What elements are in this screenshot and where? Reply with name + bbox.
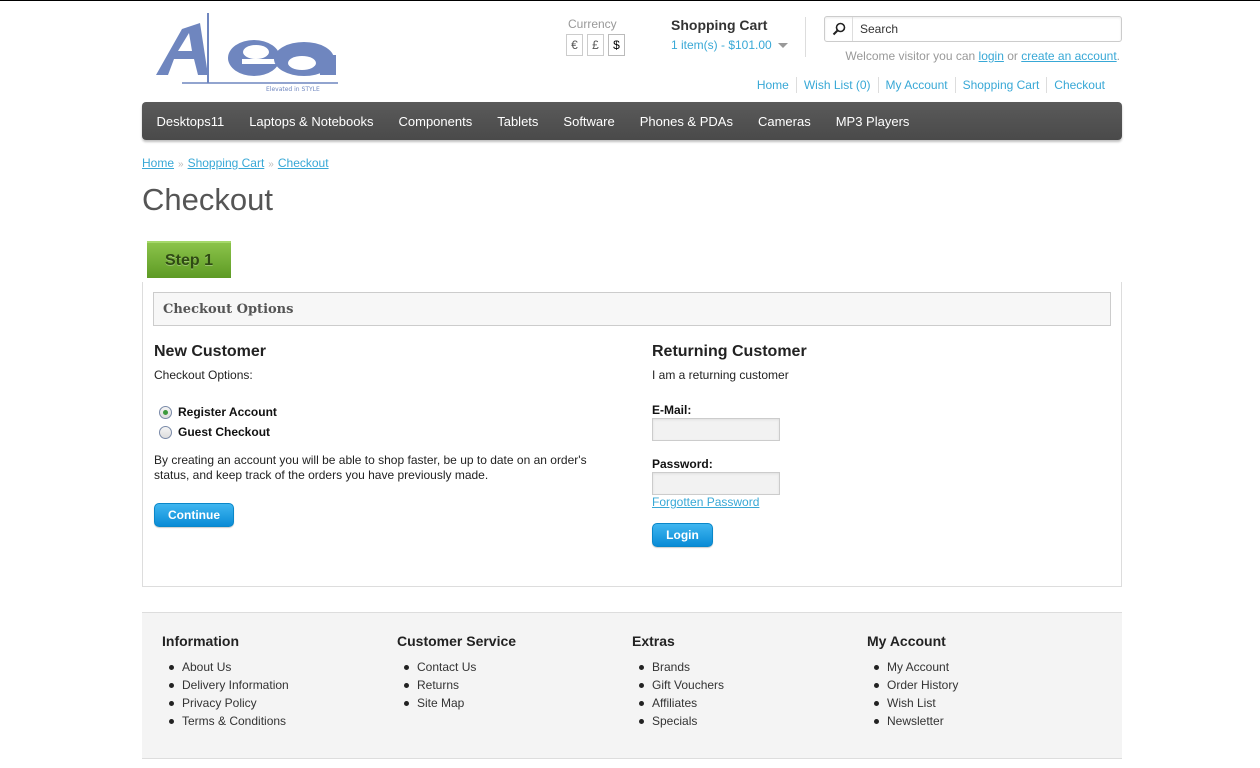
footer-link-wish-list[interactable]: Wish List (867, 694, 1087, 712)
search-box: Search (824, 16, 1122, 42)
footer-link-about-us[interactable]: About Us (162, 658, 382, 676)
footer-link-returns[interactable]: Returns (397, 676, 617, 694)
guest-checkout-label: Guest Checkout (178, 425, 271, 439)
menu-item-cameras[interactable]: Cameras (745, 114, 823, 129)
login-button[interactable]: Login (652, 523, 713, 547)
breadcrumb-separator: » (178, 159, 184, 170)
search-input[interactable]: Search (853, 22, 898, 36)
menu-item-components[interactable]: Components (386, 114, 485, 129)
menu-item-desktops[interactable]: Desktops11 (144, 114, 237, 129)
step-1-tab[interactable]: Step 1 (147, 241, 231, 278)
footer-link-specials[interactable]: Specials (632, 712, 852, 730)
menu-item-phones[interactable]: Phones & PDAs (627, 114, 745, 129)
footer-link-brands[interactable]: Brands (632, 658, 852, 676)
footer-link-order-history[interactable]: Order History (867, 676, 1087, 694)
password-label: Password: (652, 457, 713, 471)
welcome-prefix: Welcome visitor you can (845, 49, 979, 63)
search-button[interactable] (825, 17, 853, 41)
footer-link-privacy[interactable]: Privacy Policy (162, 694, 382, 712)
footer-link-newsletter[interactable]: Newsletter (867, 712, 1087, 730)
breadcrumb-checkout[interactable]: Checkout (278, 156, 329, 170)
create-account-link[interactable]: create an account (1021, 49, 1116, 63)
menu-item-mp3-players[interactable]: MP3 Players (823, 114, 922, 129)
footer-link-delivery[interactable]: Delivery Information (162, 676, 382, 694)
menu-item-tablets[interactable]: Tablets (485, 114, 551, 129)
email-field[interactable] (652, 418, 780, 441)
new-customer-section: New Customer Checkout Options: Register … (154, 343, 614, 527)
returning-customer-subtitle: I am a returning customer (652, 368, 789, 382)
forgotten-password-link[interactable]: Forgotten Password (652, 495, 759, 509)
register-account-option[interactable]: Register Account (159, 405, 614, 419)
welcome-suffix: . (1116, 49, 1120, 63)
cart-summary[interactable]: 1 item(s) - $101.00 (671, 38, 805, 52)
checkout-options-panel: Checkout Options New Customer Checkout O… (142, 282, 1122, 587)
new-customer-title: New Customer (154, 343, 267, 360)
main-menu: Desktops11 Laptops & Notebooks Component… (142, 102, 1122, 140)
register-account-radio[interactable] (159, 405, 172, 419)
new-customer-description: By creating an account you will be able … (154, 453, 587, 482)
toplink-wishlist[interactable]: Wish List (0) (795, 77, 878, 93)
footer-extras: Extras Brands Gift Vouchers Affiliates S… (632, 633, 852, 730)
store-logo[interactable]: Elevated in STYLE (142, 11, 342, 93)
breadcrumb: Home» Shopping Cart» Checkout (142, 156, 329, 170)
search-icon (832, 22, 845, 36)
currency-dollar-button[interactable]: $ (608, 34, 625, 56)
footer-heading: Customer Service (397, 633, 517, 649)
returning-customer-section: Returning Customer I am a returning cust… (652, 343, 1072, 547)
toplink-home[interactable]: Home (750, 77, 796, 93)
footer-link-site-map[interactable]: Site Map (397, 694, 617, 712)
register-account-label: Register Account (178, 405, 277, 419)
menu-item-software[interactable]: Software (551, 114, 627, 129)
footer-link-terms[interactable]: Terms & Conditions (162, 712, 382, 730)
currency-switcher: Currency € £ $ (566, 17, 636, 56)
currency-label: Currency (568, 17, 617, 31)
footer-link-contact[interactable]: Contact Us (397, 658, 617, 676)
breadcrumb-shopping-cart[interactable]: Shopping Cart (188, 156, 265, 170)
footer-information: Information About Us Delivery Informatio… (162, 633, 382, 730)
email-label: E-Mail: (652, 403, 692, 417)
welcome-middle: or (1003, 49, 1022, 63)
footer: Information About Us Delivery Informatio… (142, 612, 1122, 759)
logo-tagline: Elevated in STYLE (266, 86, 320, 93)
breadcrumb-home[interactable]: Home (142, 156, 174, 170)
continue-button[interactable]: Continue (154, 503, 234, 527)
cart-summary-text: 1 item(s) - $101.00 (671, 38, 772, 52)
new-customer-subtitle: Checkout Options: (154, 368, 253, 382)
footer-my-account: My Account My Account Order History Wish… (867, 633, 1087, 730)
footer-customer-service: Customer Service Contact Us Returns Site… (397, 633, 617, 712)
toplink-my-account[interactable]: My Account (877, 77, 955, 93)
guest-checkout-radio[interactable] (159, 425, 172, 439)
breadcrumb-separator: » (268, 159, 274, 170)
toplink-shopping-cart[interactable]: Shopping Cart (954, 77, 1047, 93)
logo-mark-icon: Elevated in STYLE (156, 13, 338, 93)
header-cart[interactable]: Shopping Cart 1 item(s) - $101.00 (671, 17, 806, 57)
checkout-options-heading[interactable]: Checkout Options (153, 292, 1111, 326)
footer-heading: Extras (632, 633, 675, 649)
login-link[interactable]: login (979, 49, 1004, 63)
welcome-text: Welcome visitor you can login or create … (845, 49, 1120, 63)
currency-pound-button[interactable]: £ (587, 34, 604, 56)
cart-title: Shopping Cart (671, 17, 768, 33)
menu-item-laptops[interactable]: Laptops & Notebooks (237, 114, 386, 129)
chevron-down-icon (777, 42, 788, 48)
currency-euro-button[interactable]: € (566, 34, 583, 56)
toplink-checkout[interactable]: Checkout (1046, 77, 1112, 93)
returning-customer-title: Returning Customer (652, 343, 807, 360)
guest-checkout-option[interactable]: Guest Checkout (159, 425, 614, 439)
footer-heading: My Account (867, 633, 946, 649)
password-field[interactable] (652, 472, 780, 495)
footer-link-gift-vouchers[interactable]: Gift Vouchers (632, 676, 852, 694)
page-title: Checkout (142, 182, 273, 217)
footer-link-my-account[interactable]: My Account (867, 658, 1087, 676)
top-links: Home Wish List (0) My Account Shopping C… (750, 77, 1112, 93)
footer-link-affiliates[interactable]: Affiliates (632, 694, 852, 712)
footer-heading: Information (162, 633, 239, 649)
